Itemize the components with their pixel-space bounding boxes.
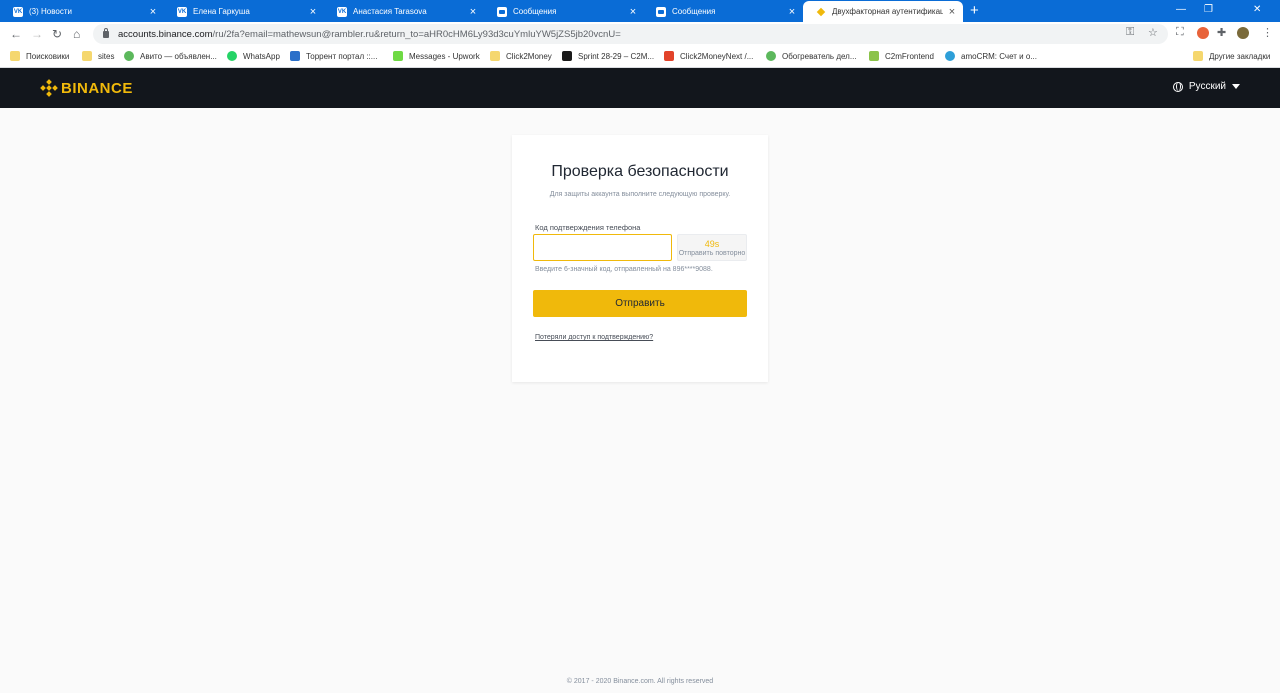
globe-icon [1172,81,1183,92]
address-bar[interactable]: accounts.binance.com/ru/2fa?email=mathew… [93,24,1168,44]
upwork-icon [393,51,403,61]
screenshot-icon[interactable]: ⛶ [1176,26,1184,39]
bookmark-item[interactable]: Sprint 28-29 – C2M... [562,51,654,61]
folder-icon [10,51,20,61]
bookmark-item[interactable]: sites [82,51,114,61]
bookmark-item[interactable]: Messages - Upwork [393,51,480,61]
restore-icon[interactable]: ❐ [1204,4,1213,15]
phone-code-input[interactable] [533,234,672,261]
messages-icon [656,6,666,17]
close-window-icon[interactable]: ✕ [1253,4,1261,15]
amocrm-icon [945,51,955,61]
tab-title: Сообщения [513,7,557,16]
close-icon[interactable]: × [787,6,797,17]
close-icon[interactable]: × [308,6,318,17]
browser-tab-active[interactable]: Двухфакторная аутентификация × [803,1,963,22]
logo-text: BINANCE [61,79,133,97]
avito-icon [124,51,134,61]
vk-icon: VK [177,6,187,17]
extension-icon[interactable] [1197,27,1209,39]
minimize-icon[interactable]: — [1176,4,1186,15]
resend-timer: 49s [704,239,720,249]
close-icon[interactable]: × [628,6,638,17]
avito-icon [766,51,776,61]
tab-title: Елена Гаркуша [193,7,250,16]
bookmark-item[interactable]: amoCRM: Счет и о... [945,51,1037,61]
browser-tab[interactable]: VK Анастасия Tarasova × [324,1,484,22]
whatsapp-icon [227,51,237,61]
browser-tab[interactable]: VK (3) Новости × [0,1,164,22]
close-icon[interactable]: × [468,6,478,17]
resend-label: Отправить повторно [678,250,746,257]
bookmark-item[interactable]: Авито — объявлен... [124,51,217,61]
page-subtitle: Для защиты аккаунта выполните следующую … [549,191,731,198]
security-check-card: Проверка безопасности Для защиты аккаунт… [512,135,768,382]
c2m-icon [869,51,879,61]
footer-copyright: © 2017 - 2020 Binance.com. All rights re… [566,678,714,685]
site-header: BINANCE Русский [0,68,1280,108]
lost-access-link[interactable]: Потеряли доступ к подтверждению? [535,334,653,341]
folder-icon [82,51,92,61]
bookmark-item[interactable]: C2mFrontend [869,51,934,61]
page-title: Проверка безопасности [551,163,729,180]
reload-icon[interactable]: ↻ [52,26,62,42]
other-bookmarks[interactable]: Другие закладки [1193,51,1270,61]
home-icon[interactable]: ⌂ [73,26,80,42]
bookmark-item[interactable]: Поисковики [10,51,69,61]
gitlab-icon [664,51,674,61]
bookmark-item[interactable]: Торрент портал ::... [290,51,377,61]
bookmark-item[interactable]: Click2Money [490,51,552,61]
new-tab-button[interactable]: + [970,3,979,18]
close-icon[interactable]: × [947,6,957,17]
tab-title: (3) Новости [29,7,72,16]
binance-logo-icon [40,79,58,97]
vk-icon: VK [13,6,23,17]
browser-tab-strip: VK (3) Новости × VK Елена Гаркуша × VK А… [0,0,1280,22]
youtrack-icon [562,51,572,61]
binance-icon [816,7,826,17]
tab-title: Анастасия Tarasova [353,7,427,16]
code-hint: Введите 6-значный код, отправленный на 8… [535,266,713,273]
back-icon[interactable]: ← [10,26,22,42]
bookmark-item[interactable]: Click2MoneyNext /... [664,51,753,61]
binance-logo[interactable]: BINANCE [40,79,133,97]
tab-title: Двухфакторная аутентификация [832,7,943,16]
avatar[interactable] [1237,27,1249,39]
menu-icon[interactable]: ⋮ [1262,26,1273,39]
phone-code-label: Код подтверждения телефона [535,223,641,232]
lock-icon [103,27,109,38]
forward-icon[interactable]: → [31,26,43,42]
resend-code-button[interactable]: 49s Отправить повторно [677,234,747,261]
puzzle-icon[interactable]: ✚ [1217,26,1226,39]
bookmark-item[interactable]: WhatsApp [227,51,280,61]
language-label: Русский [1188,81,1226,92]
key-icon[interactable]: ⚿ [1126,26,1134,39]
close-icon[interactable]: × [148,6,158,17]
chevron-down-icon [1232,84,1240,89]
messages-icon [497,6,507,17]
language-selector[interactable]: Русский [1172,81,1240,92]
browser-toolbar: ← → ↻ ⌂ accounts.binance.com/ru/2fa?emai… [0,22,1280,46]
submit-button[interactable]: Отправить [533,290,747,317]
bookmarks-bar: Поисковики sites Авито — объявлен... Wha… [0,46,1280,68]
url-text: accounts.binance.com/ru/2fa?email=mathew… [118,28,621,40]
torrent-icon [290,51,300,61]
browser-tab[interactable]: Сообщения × [484,1,644,22]
vk-icon: VK [337,6,347,17]
folder-icon [1193,51,1203,61]
folder-icon [490,51,500,61]
tab-title: Сообщения [672,7,716,16]
browser-tab[interactable]: Сообщения × [643,1,803,22]
bookmark-item[interactable]: Обогреватель дел... [766,51,857,61]
browser-tab[interactable]: VK Елена Гаркуша × [164,1,324,22]
star-icon[interactable]: ☆ [1148,26,1158,39]
